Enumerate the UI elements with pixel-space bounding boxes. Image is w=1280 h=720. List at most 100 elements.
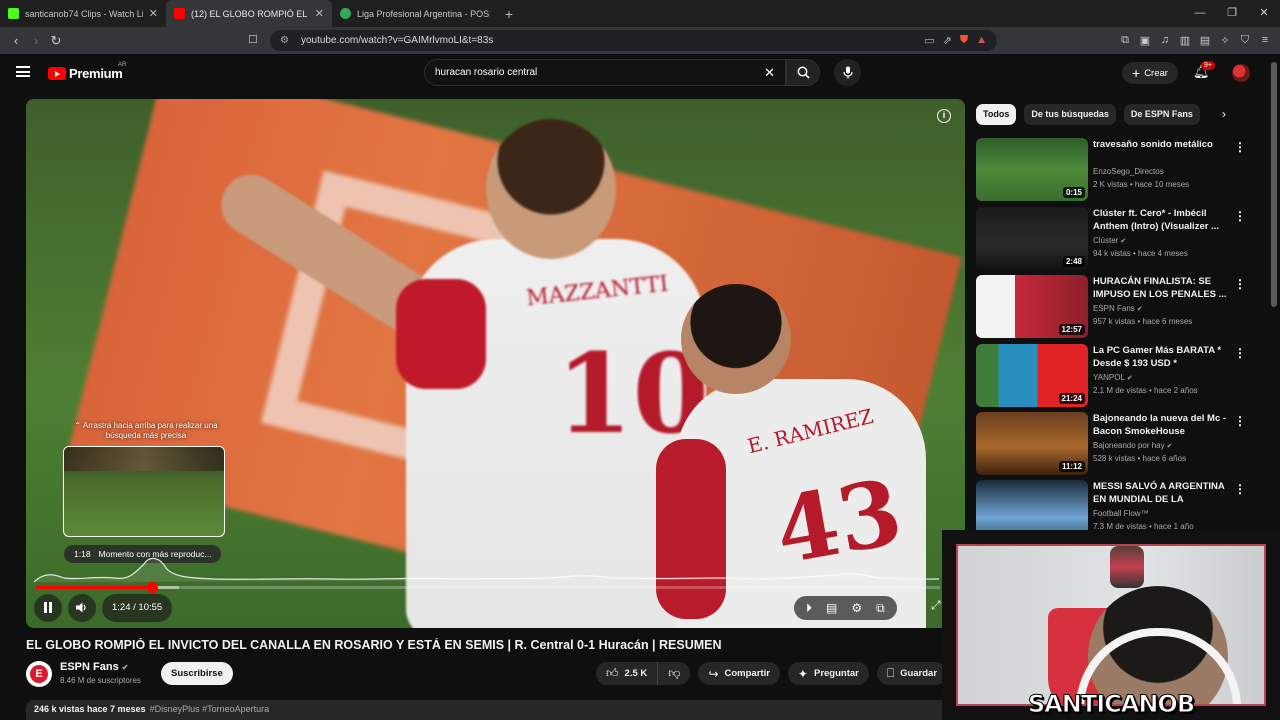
more-options-icon[interactable]: ⋮ xyxy=(1234,346,1246,360)
subtitles-icon[interactable]: ▤ xyxy=(826,601,837,615)
create-button[interactable]: + Crear xyxy=(1122,62,1178,84)
hamburger-menu-icon[interactable] xyxy=(16,66,30,77)
account-avatar[interactable] xyxy=(1232,64,1250,82)
extensions-icon[interactable]: ⧉ xyxy=(1118,34,1132,47)
site-info-icon[interactable]: ⚙ xyxy=(280,35,289,46)
video-thumbnail[interactable]: 2:48 xyxy=(976,207,1088,270)
search-input[interactable]: huracan rosario central ✕ xyxy=(424,59,786,86)
webcam-background-figure xyxy=(1110,546,1144,588)
recommendation-channel[interactable]: ESPN Fans ✔ xyxy=(1093,304,1143,313)
more-options-icon[interactable]: ⋮ xyxy=(1234,482,1246,496)
new-tab-button[interactable]: + xyxy=(498,6,520,22)
drag-up-hint: ⌃ Arrastra hacia arriba para realizar un… xyxy=(74,421,218,441)
page-scrollbar[interactable] xyxy=(1271,62,1277,307)
share-icon[interactable]: ⇗ xyxy=(943,34,952,47)
recommendation-channel[interactable]: Football Flow™ xyxy=(1093,509,1149,518)
youtube-premium-logo[interactable]: Premium AR xyxy=(48,62,126,81)
recommendation-item[interactable]: 12:57 HURACÁN FINALISTA: SE IMPUSO EN LOS… xyxy=(976,275,1246,339)
video-thumbnail[interactable]: 11:12 xyxy=(976,412,1088,475)
save-button[interactable]: ⎕ Guardar xyxy=(876,662,948,685)
bookmark-icon[interactable]: ☐ xyxy=(248,33,258,46)
hashtags[interactable]: #DisneyPlus #TorneoApertura xyxy=(150,704,270,714)
cast-icon[interactable]: ▭ xyxy=(924,34,934,47)
recommendation-title[interactable]: travesaño sonido metálico xyxy=(1093,138,1228,151)
more-options-icon[interactable]: ⋮ xyxy=(1234,209,1246,223)
search-button[interactable] xyxy=(786,59,820,86)
sidebar-icon[interactable]: ▥ xyxy=(1178,34,1192,47)
recommendation-channel[interactable]: Clúster ✔ xyxy=(1093,236,1126,245)
leo-icon[interactable]: ✧ xyxy=(1218,34,1232,47)
recommendation-title[interactable]: HURACÁN FINALISTA: SE IMPUSO EN LOS PENA… xyxy=(1093,275,1228,301)
channel-name[interactable]: ESPN Fans ✔ xyxy=(60,661,128,673)
close-window-icon[interactable]: ✕ xyxy=(1248,0,1280,27)
recommendation-meta: 528 k vistas • hace 6 años xyxy=(1093,454,1187,463)
brave-shield-icon[interactable]: ⛊ xyxy=(960,34,968,47)
clear-search-icon[interactable]: ✕ xyxy=(764,65,775,81)
subscriber-count: 8.46 M de suscriptores xyxy=(60,676,141,685)
wallet-icon[interactable]: ▣ xyxy=(1138,34,1152,47)
video-thumbnail[interactable]: 21:24 xyxy=(976,344,1088,407)
tab-youtube-video[interactable]: (12) EL GLOBO ROMPIÓ EL IN ✕ xyxy=(166,0,332,27)
description-box[interactable]: 246 k vistas hace 7 meses #DisneyPlus #To… xyxy=(26,700,956,720)
back-icon[interactable]: ‹ xyxy=(6,33,26,48)
chip-todos[interactable]: Todos xyxy=(976,104,1017,125)
volume-icon xyxy=(76,602,86,613)
chip-de-tus-busquedas[interactable]: De tus búsquedas xyxy=(1024,104,1116,125)
miniplayer-icon[interactable]: ⧉ xyxy=(876,601,885,616)
url-text: youtube.com/watch?v=GAIMrlvmoLI&t=83s xyxy=(300,35,494,46)
fullscreen-icon[interactable]: ⤢ xyxy=(931,598,941,613)
ask-button[interactable]: ✦ Preguntar xyxy=(787,662,869,685)
subscribe-button[interactable]: Suscribirse xyxy=(161,662,233,685)
more-options-icon[interactable]: ⋮ xyxy=(1234,277,1246,291)
verified-check-icon: ✔ xyxy=(1134,306,1143,313)
recommendation-item[interactable]: 0:15 travesaño sonido metálico EnzoSego_Di… xyxy=(976,138,1246,202)
autoplay-toggle-icon[interactable]: ⏵ xyxy=(806,601,812,616)
video-thumbnail[interactable]: 12:57 xyxy=(976,275,1088,338)
recommendation-title[interactable]: Clúster ft. Cero* - Imbécil Anthem (Intr… xyxy=(1093,207,1228,233)
recommendation-channel[interactable]: EnzoSego_Directos xyxy=(1093,167,1164,176)
recommendation-channel[interactable]: YANPOL ✔ xyxy=(1093,373,1133,382)
recommendation-item[interactable]: 2:48 Clúster ft. Cero* - Imbécil Anthem (… xyxy=(976,207,1246,271)
scrubber-handle[interactable] xyxy=(146,582,158,593)
pause-button[interactable] xyxy=(34,594,62,622)
recommendation-title[interactable]: Bajoneando la nueva del Mc - Bacon Smoke… xyxy=(1093,412,1228,438)
volume-button[interactable] xyxy=(68,594,96,622)
recommendation-channel[interactable]: Bajoneando por hay ✔ xyxy=(1093,441,1172,450)
notification-badge: 9+ xyxy=(1201,61,1215,70)
menu-icon[interactable]: ≡ xyxy=(1258,34,1272,47)
address-bar[interactable]: ⚙ youtube.com/watch?v=GAIMrlvmoLI&t=83s … xyxy=(270,30,997,51)
progress-bar[interactable] xyxy=(36,582,940,593)
brave-rewards-icon[interactable]: ▲ xyxy=(976,34,987,47)
tab-kick-clips[interactable]: santicanob74 Clips - Watch Live on K ✕ xyxy=(0,0,166,27)
close-tab-icon[interactable]: ✕ xyxy=(149,7,158,20)
reload-icon[interactable]: ↻ xyxy=(46,33,66,49)
music-icon[interactable]: ♫ xyxy=(1158,34,1172,47)
minimize-icon[interactable]: — xyxy=(1184,0,1216,27)
video-player[interactable]: MAZZANTTI 10 E. RAMIREZ 43 i ⌃ Arrastra … xyxy=(26,99,965,628)
logo-text: Premium xyxy=(69,66,123,81)
settings-gear-icon[interactable]: ⚙ xyxy=(851,601,862,615)
like-button[interactable]: 👍︎ 2.5 K xyxy=(596,662,659,685)
video-frame-player-43: E. RAMIREZ 43 xyxy=(656,379,926,628)
recommendation-title[interactable]: La PC Gamer Más BARATA * Desde $ 193 USD… xyxy=(1093,344,1228,370)
recommendation-title[interactable]: MESSI SALVÓ A ARGENTINA EN MUNDIAL DE LA… xyxy=(1093,480,1228,506)
voice-search-button[interactable] xyxy=(834,59,861,86)
share-button[interactable]: ↪ Compartir xyxy=(698,662,780,685)
close-tab-icon[interactable]: ✕ xyxy=(315,7,324,20)
chip-de-espn-fans[interactable]: De ESPN Fans xyxy=(1123,104,1200,125)
channel-avatar[interactable] xyxy=(26,661,52,687)
vpn-icon[interactable]: ⛉ xyxy=(1238,34,1252,47)
info-icon[interactable]: i xyxy=(937,109,951,123)
video-thumbnail[interactable]: 0:15 xyxy=(976,138,1088,201)
recommendation-item[interactable]: 21:24 La PC Gamer Más BARATA * Desde $ 19… xyxy=(976,344,1246,408)
recommendation-item[interactable]: 11:12 Bajoneando la nueva del Mc - Bacon … xyxy=(976,412,1246,476)
more-options-icon[interactable]: ⋮ xyxy=(1234,140,1246,154)
more-options-icon[interactable]: ⋮ xyxy=(1234,414,1246,428)
tab-liga-profesional[interactable]: Liga Profesional Argentina - POSICIÓ xyxy=(332,0,498,27)
restore-icon[interactable]: ❐ xyxy=(1216,0,1248,27)
notifications-button[interactable]: 🔔︎ 9+ xyxy=(1193,61,1215,80)
wallet2-icon[interactable]: ▤ xyxy=(1198,34,1212,47)
chevron-right-icon[interactable]: › xyxy=(1222,107,1226,121)
dislike-button[interactable]: 👎︎ xyxy=(658,662,691,685)
forward-icon[interactable]: › xyxy=(26,33,46,48)
